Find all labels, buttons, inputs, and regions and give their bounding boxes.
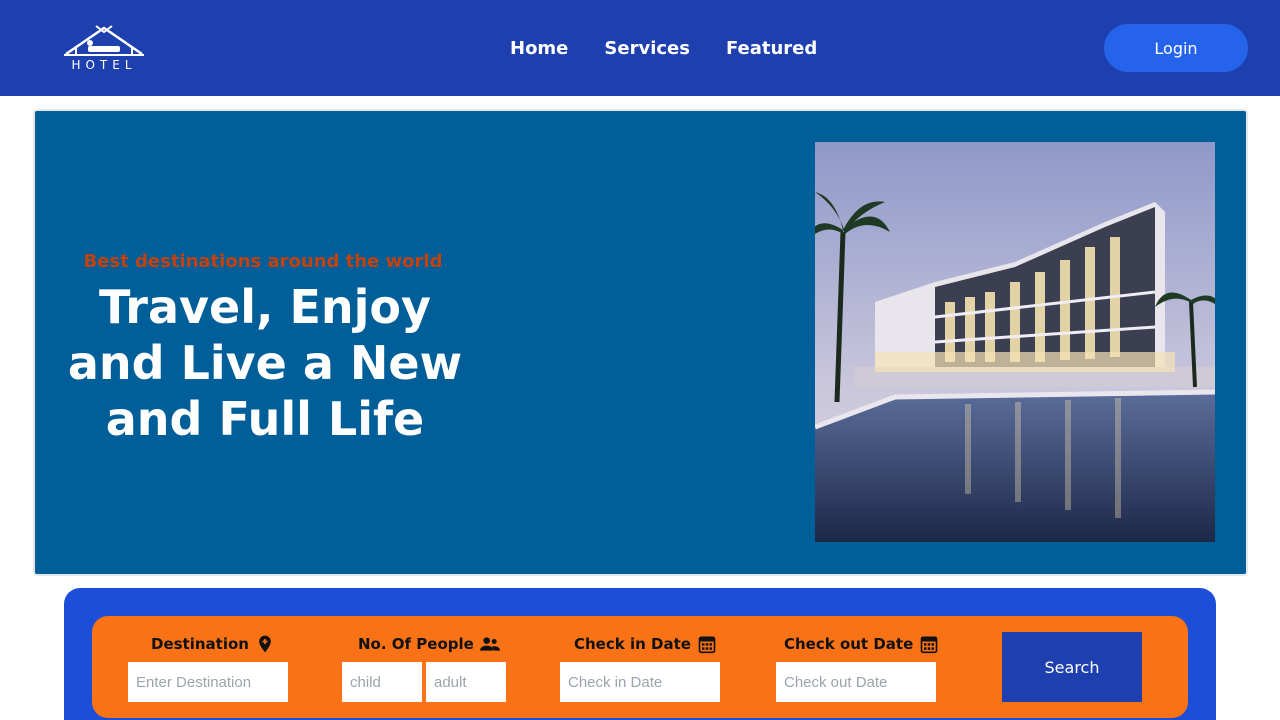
- adult-input[interactable]: [426, 662, 506, 702]
- location-pin-icon: [259, 635, 271, 653]
- destination-input[interactable]: [128, 662, 288, 702]
- hotel-roof-icon: [64, 25, 144, 56]
- hotel-photo: [815, 142, 1215, 542]
- nav-featured[interactable]: Featured: [726, 38, 817, 59]
- hotel-logo[interactable]: HOTEL: [62, 24, 146, 72]
- checkin-input[interactable]: [560, 662, 720, 702]
- search-button[interactable]: Search: [1002, 632, 1142, 702]
- checkout-label: Check out Date: [784, 635, 914, 653]
- hero-section: Best destinations around the world Trave…: [33, 109, 1248, 576]
- site-header: HOTEL Home Services Featured Login: [0, 0, 1280, 96]
- search-panel: Destination No. Of People Check in Date …: [64, 588, 1216, 720]
- checkout-input[interactable]: [776, 662, 936, 702]
- logo-text: HOTEL: [71, 58, 137, 72]
- destination-label-row: Destination: [151, 634, 275, 654]
- destination-label: Destination: [151, 635, 249, 653]
- main-nav: Home Services Featured: [510, 38, 817, 59]
- nav-services[interactable]: Services: [604, 38, 690, 59]
- calendar-icon: [698, 636, 716, 654]
- checkout-label-row: Check out Date: [784, 634, 939, 654]
- hero-subtitle: Best destinations around the world: [83, 251, 443, 272]
- login-button[interactable]: Login: [1104, 24, 1248, 72]
- checkin-label: Check in Date: [574, 635, 691, 653]
- checkin-label-row: Check in Date: [574, 634, 717, 654]
- nav-home[interactable]: Home: [510, 38, 568, 59]
- people-label-row: No. Of People: [358, 634, 500, 654]
- people-label: No. Of People: [358, 635, 474, 653]
- people-icon: [479, 637, 500, 651]
- search-form: Destination No. Of People Check in Date …: [92, 616, 1188, 718]
- calendar-icon: [920, 636, 938, 654]
- hotel-photo-illustration: [815, 142, 1215, 542]
- child-input[interactable]: [342, 662, 422, 702]
- hero-title: Travel, Enjoy and Live a New and Full Li…: [67, 280, 463, 446]
